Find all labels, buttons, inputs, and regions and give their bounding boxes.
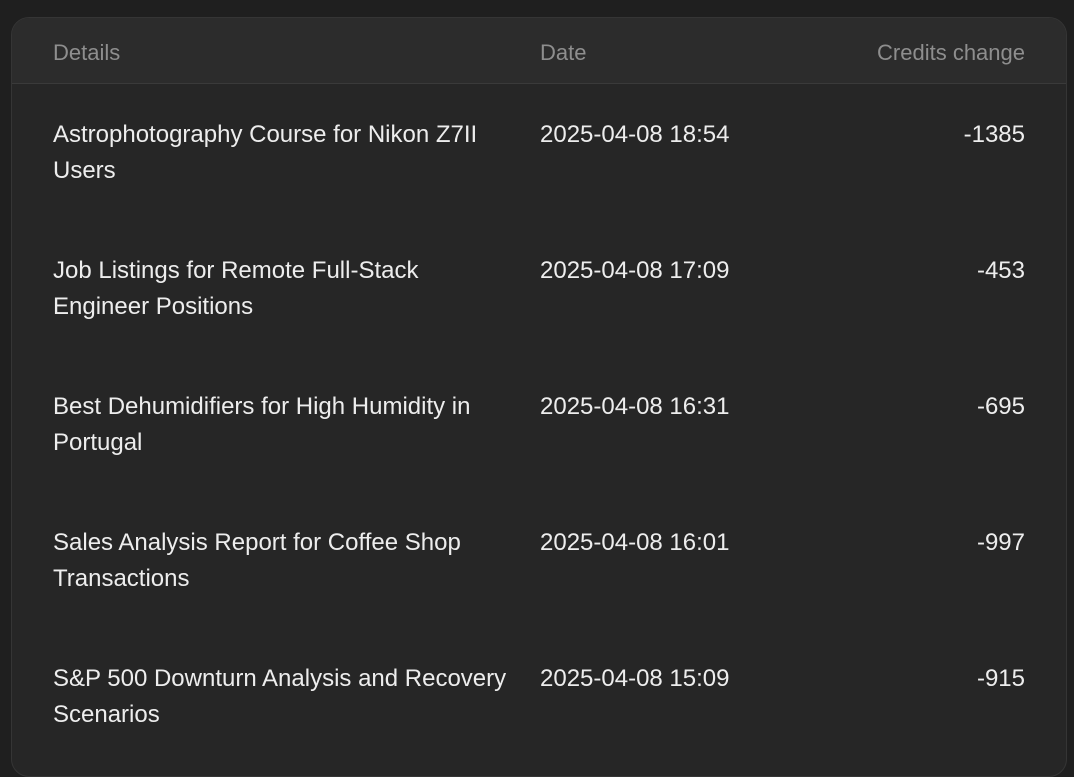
table-row[interactable]: Best Dehumidifiers for High Humidity in …: [12, 356, 1066, 492]
row-date: 2025-04-08 17:09: [540, 257, 730, 284]
table-header: Details Date Credits change: [12, 18, 1066, 84]
header-date: Date: [540, 40, 587, 65]
row-date: 2025-04-08 16:31: [540, 393, 730, 420]
row-details: Sales Analysis Report for Coffee Shop Tr…: [53, 529, 461, 592]
table-row[interactable]: Job Listings for Remote Full-Stack Engin…: [12, 220, 1066, 356]
table-row[interactable]: Sales Analysis Report for Coffee Shop Tr…: [12, 492, 1066, 628]
table-body: Astrophotography Course for Nikon Z7II U…: [12, 84, 1066, 764]
row-credits-change: -915: [976, 665, 1025, 692]
row-credits-change: -997: [976, 529, 1025, 556]
row-details: Job Listings for Remote Full-Stack Engin…: [53, 257, 419, 320]
row-credits-change: -453: [976, 257, 1025, 284]
table-row[interactable]: S&P 500 Downturn Analysis and Recovery S…: [12, 628, 1066, 764]
header-details: Details: [53, 40, 121, 65]
row-credits-change: -1385: [963, 121, 1025, 148]
table-row[interactable]: Astrophotography Course for Nikon Z7II U…: [12, 84, 1066, 220]
row-details: Best Dehumidifiers for High Humidity in …: [53, 393, 471, 456]
row-date: 2025-04-08 18:54: [540, 121, 730, 148]
row-date: 2025-04-08 15:09: [540, 665, 730, 692]
row-details: S&P 500 Downturn Analysis and Recovery S…: [53, 665, 507, 728]
row-details: Astrophotography Course for Nikon Z7II U…: [53, 121, 478, 184]
header-credits-change: Credits change: [877, 40, 1025, 65]
row-credits-change: -695: [976, 393, 1025, 420]
row-date: 2025-04-08 16:01: [540, 529, 730, 556]
credits-history-table: Details Date Credits change Astrophotogr…: [11, 17, 1067, 777]
